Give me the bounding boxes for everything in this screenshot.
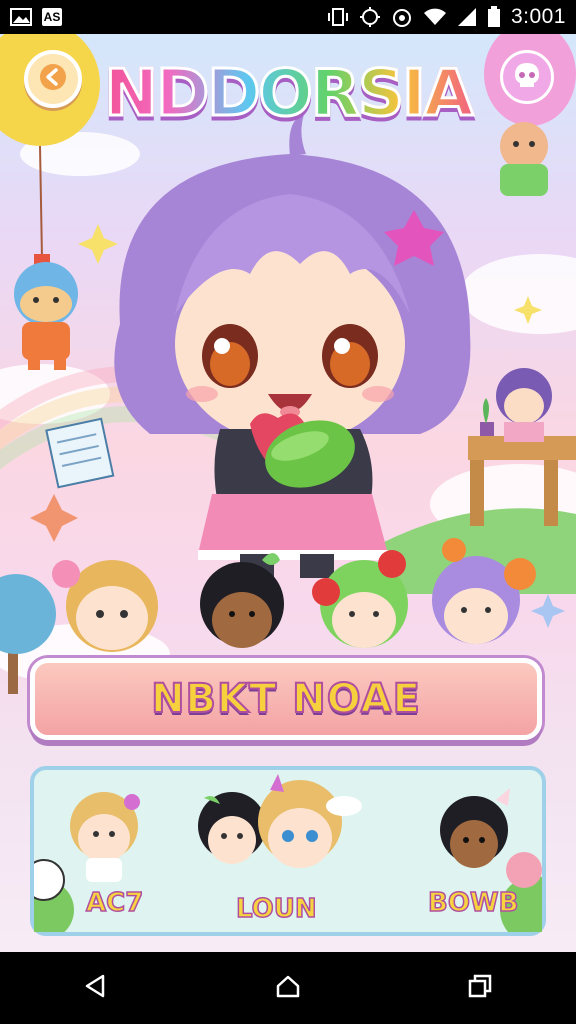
game-screen: NDDORSIA NBKT NOAE AC7 LOUN BOWB: [0, 34, 576, 952]
nav-recents-button[interactable]: [450, 958, 510, 1018]
game-title: NDDORSIA: [88, 44, 488, 144]
wifi-icon: [423, 7, 447, 27]
nav-back-button[interactable]: [66, 958, 126, 1018]
skull-icon: [512, 60, 542, 94]
character-label-2[interactable]: LOUN: [235, 893, 317, 925]
main-action-label: NBKT NOAE: [150, 675, 421, 723]
menu-button[interactable]: [500, 50, 554, 104]
signal-icon: [457, 7, 477, 27]
main-action-button[interactable]: NBKT NOAE: [30, 658, 542, 740]
home-icon: [275, 973, 301, 1003]
app-badge: AS: [42, 8, 62, 26]
chevron-left-icon: [39, 63, 67, 95]
status-bar: AS 3:001: [0, 0, 576, 34]
main-character: [114, 114, 471, 578]
triangle-back-icon: [83, 973, 109, 1003]
alarm-icon: [391, 6, 413, 28]
character-label-3[interactable]: BOWB: [427, 887, 519, 919]
character-roster-panel: AC7 LOUN BOWB: [30, 766, 546, 936]
battery-icon: [487, 6, 501, 28]
navigation-bar: [0, 952, 576, 1024]
sync-icon: [359, 6, 381, 28]
recents-icon: [467, 973, 493, 1003]
clock: 3:001: [510, 5, 566, 28]
nav-home-button[interactable]: [258, 958, 318, 1018]
vibrate-icon: [327, 7, 349, 27]
photo-icon: [10, 8, 32, 26]
back-button[interactable]: [24, 50, 82, 108]
character-label-1[interactable]: AC7: [85, 887, 144, 919]
